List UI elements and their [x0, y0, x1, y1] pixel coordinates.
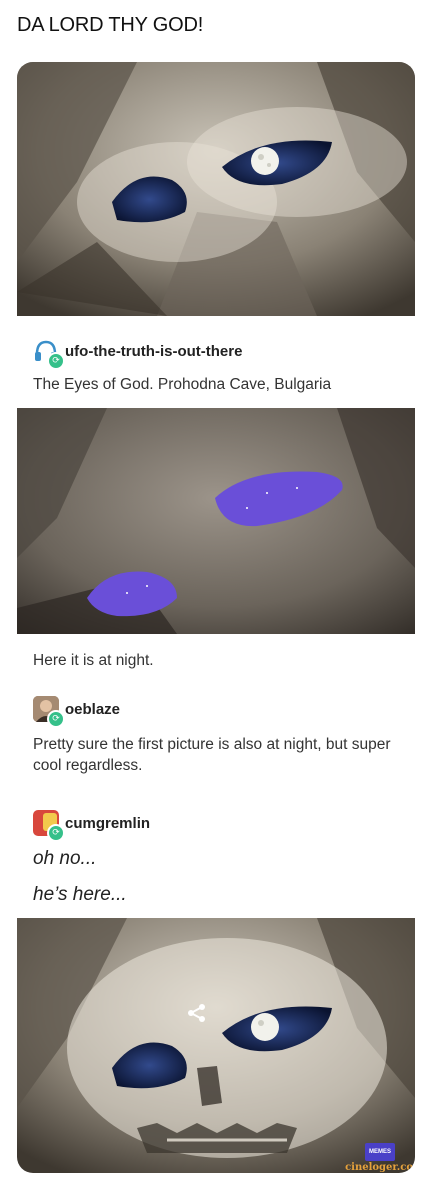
post-reply-night: Here it is at night. — [17, 634, 415, 681]
memes-watermark: MEMES cineloger.co — [345, 1143, 415, 1173]
reblog-icon: ⟳ — [47, 710, 65, 728]
cave-photo-night — [17, 408, 415, 634]
cave-photo-skull-edit — [17, 918, 415, 1173]
share-icon[interactable] — [186, 1002, 208, 1029]
watermark-site: cineloger.co — [345, 1162, 413, 1173]
reblog-icon: ⟳ — [47, 352, 65, 370]
post-body: Here it is at night. — [33, 652, 154, 669]
post-header: ⟳ oeblaze — [33, 696, 120, 728]
sticker-avatar-icon[interactable]: ⟳ — [33, 810, 65, 842]
person-avatar-icon[interactable]: ⟳ — [33, 696, 65, 728]
username-link[interactable]: oeblaze — [65, 701, 120, 718]
reblog-icon: ⟳ — [47, 824, 65, 842]
tumblr-post-card: ⟳ ufo-the-truth-is-out-there The Eyes of… — [17, 62, 415, 1173]
username-link[interactable]: cumgremlin — [65, 815, 150, 832]
post-reblog-oeblaze: ⟳ oeblaze Pretty sure the first picture … — [17, 680, 415, 793]
post-header: ⟳ ufo-the-truth-is-out-there — [33, 338, 242, 370]
post-body: Pretty sure the first picture is also at… — [33, 736, 391, 774]
post-line: oh no... — [33, 848, 97, 869]
cave-photo-day — [17, 62, 415, 316]
post-header: ⟳ cumgremlin — [33, 810, 150, 842]
post-original: ⟳ ufo-the-truth-is-out-there The Eyes of… — [17, 316, 415, 409]
username-link[interactable]: ufo-the-truth-is-out-there — [65, 343, 242, 360]
post-body: The Eyes of God. Prohodna Cave, Bulgaria — [33, 376, 332, 393]
meme-title: DA LORD THY GOD! — [17, 14, 204, 36]
memes-badge: MEMES — [365, 1143, 395, 1161]
headphones-avatar-icon[interactable]: ⟳ — [33, 338, 65, 370]
post-reblog-cumgremlin: ⟳ cumgremlin oh no... he’s here... — [17, 792, 415, 918]
post-line: he’s here... — [33, 884, 127, 905]
